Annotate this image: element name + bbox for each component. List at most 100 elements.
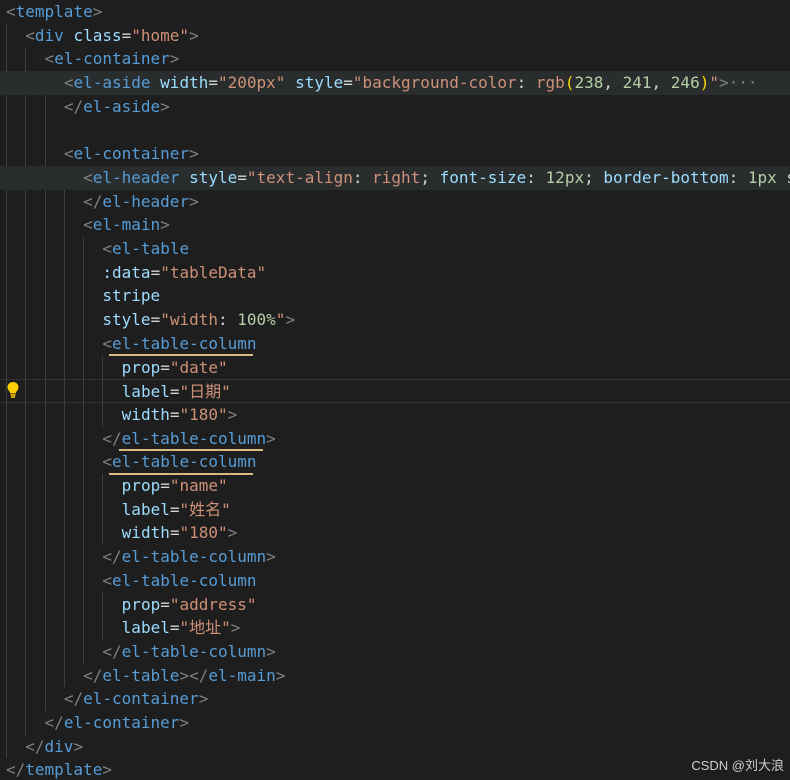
code-line[interactable]: </template> — [0, 758, 790, 780]
code-token: ; — [584, 167, 604, 187]
code-token: :data — [102, 262, 151, 282]
code-line[interactable] — [0, 119, 790, 143]
code-token: > — [227, 523, 238, 543]
code-line-text: </el-header> — [83, 190, 199, 214]
code-token: style — [102, 310, 151, 330]
code-line[interactable]: <el-table-column — [0, 332, 790, 356]
code-line[interactable]: prop="address" — [0, 593, 790, 617]
code-token: : — [352, 167, 373, 187]
bracket-match-underline — [109, 473, 253, 475]
code-token: = — [121, 25, 132, 45]
code-line[interactable]: stripe — [0, 284, 790, 308]
code-line-text: label="日期" — [122, 380, 231, 404]
code-token: el-table — [112, 239, 190, 258]
code-line-text: </el-table></el-main> — [83, 664, 285, 688]
code-token: </ — [63, 96, 84, 116]
code-line-text: </el-table-column> — [102, 427, 275, 451]
code-token: " — [275, 310, 286, 330]
code-line-text: style="width: 100%"> — [102, 308, 295, 332]
code-line[interactable]: <el-table — [0, 237, 790, 261]
code-line[interactable]: </el-table-column> — [0, 640, 790, 664]
code-token: </ — [102, 547, 122, 567]
code-line[interactable]: <el-table-column — [0, 450, 790, 474]
code-token: ) — [699, 73, 710, 93]
code-token: " — [709, 73, 719, 93]
code-token: 1px — [747, 167, 777, 187]
code-line[interactable]: </el-container> — [0, 687, 790, 711]
code-token: > — [275, 665, 286, 685]
code-line[interactable]: </el-table-column> — [0, 545, 790, 569]
code-token: "background-color — [352, 73, 517, 93]
code-line[interactable]: style="width: 100%"> — [0, 308, 790, 332]
code-token: = — [150, 310, 161, 330]
code-token: el-table-column — [112, 452, 257, 472]
code-line[interactable]: <el-table-column — [0, 569, 790, 593]
code-token: "200px" — [217, 73, 286, 93]
code-line[interactable]: </el-table></el-main> — [0, 664, 790, 688]
code-token: </ — [25, 736, 45, 756]
code-line[interactable]: <el-header style="text-align: right; fon… — [0, 165, 790, 190]
code-token: width — [160, 73, 209, 93]
code-line[interactable]: </el-aside> — [0, 95, 790, 119]
code-token: > — [266, 547, 276, 567]
code-line[interactable]: prop="name" — [0, 474, 790, 498]
code-editor[interactable]: <template> <div class="home"> <el-containe… — [0, 0, 790, 780]
code-token: prop — [121, 594, 161, 614]
code-line[interactable]: <el-main> — [0, 213, 790, 237]
code-token: el-container — [83, 689, 199, 709]
code-line[interactable]: label="姓名" — [0, 498, 790, 522]
code-line[interactable]: <div class="home"> — [0, 24, 790, 48]
code-token: width — [121, 404, 170, 424]
code-line[interactable]: width="180"> — [0, 521, 790, 545]
code-token: prop — [121, 476, 161, 495]
code-line-text: label="姓名" — [122, 498, 231, 522]
code-token: el-table-column — [112, 570, 257, 590]
code-line[interactable]: </div> — [0, 735, 790, 759]
code-line[interactable]: prop="date" — [0, 356, 790, 380]
code-line[interactable]: <template> — [0, 0, 790, 24]
code-token: < — [102, 333, 113, 353]
code-line[interactable]: </el-table-column> — [0, 427, 790, 451]
code-line-text: <el-table-column — [102, 569, 256, 593]
code-line[interactable]: :data="tableData" — [0, 261, 790, 285]
code-line-text: </el-container> — [64, 687, 209, 711]
code-token: rgb — [535, 73, 565, 93]
code-token: 100% — [237, 310, 276, 330]
code-line[interactable]: label="日期" — [0, 379, 790, 404]
code-line[interactable]: </el-header> — [0, 190, 790, 214]
code-line[interactable]: width="180"> — [0, 403, 790, 427]
code-line-text: width="180"> — [122, 403, 238, 427]
code-line-text: </template> — [6, 758, 112, 780]
code-line[interactable]: <el-container> — [0, 142, 790, 166]
code-line[interactable]: <el-aside width="200px" style="backgroun… — [0, 71, 790, 96]
code-token: el-table-column — [112, 333, 257, 353]
code-token: > — [73, 736, 84, 756]
code-line[interactable]: <el-container> — [0, 47, 790, 71]
code-token: el-table-column — [121, 428, 267, 448]
code-token: < — [44, 49, 55, 69]
code-token: < — [83, 167, 93, 187]
code-token: ; — [420, 167, 440, 187]
code-token: "address" — [169, 594, 257, 614]
code-token: > — [102, 760, 112, 780]
code-line-text: <el-table-column — [102, 450, 256, 474]
code-token: "text-align — [246, 167, 353, 187]
code-token: class — [73, 25, 122, 45]
code-token: > — [227, 404, 238, 424]
code-line[interactable]: </el-container> — [0, 711, 790, 735]
code-token: "姓名" — [179, 499, 231, 519]
code-token: el-aside — [73, 73, 151, 93]
code-line-text: prop="address" — [122, 593, 257, 617]
code-token: < — [102, 452, 113, 472]
code-token: right — [372, 167, 421, 187]
code-token: = — [237, 167, 247, 187]
code-token: el-table-column — [121, 641, 267, 661]
code-line[interactable]: label="地址"> — [0, 616, 790, 640]
code-token: 241 — [622, 73, 652, 93]
code-token: el-header — [102, 191, 190, 211]
lightbulb-icon[interactable] — [5, 381, 21, 399]
code-token: 238 — [574, 73, 604, 93]
